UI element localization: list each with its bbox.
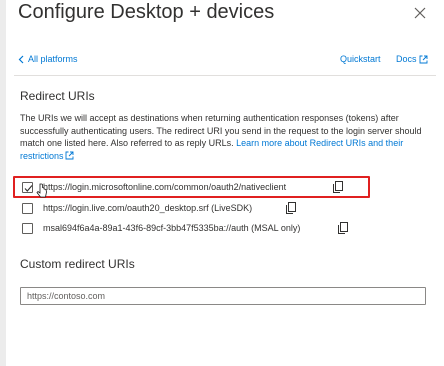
mouse-cursor-icon [36,183,47,198]
copy-button[interactable] [336,221,350,235]
redirect-uri-checkbox[interactable] [22,203,33,214]
redirect-uris-heading: Redirect URIs [20,89,95,103]
page-title: Configure Desktop + devices [18,1,275,23]
docs-link[interactable]: Docs [396,54,428,64]
divider [14,75,436,76]
close-icon [414,7,426,19]
docs-label: Docs [396,54,417,64]
checkmark-icon [24,185,33,192]
panel-edge [0,0,6,366]
custom-redirect-uris-heading: Custom redirect URIs [20,257,135,271]
copy-button[interactable] [331,180,345,194]
external-link-icon [419,55,427,63]
redirect-uri-text: https://login.live.com/oauth20_desktop.s… [43,203,253,213]
copy-icon [333,181,343,193]
custom-redirect-uri-input[interactable] [20,287,426,305]
all-platforms-link[interactable]: All platforms [18,54,78,64]
redirect-uri-text: https://login.microsoftonline.com/common… [43,182,287,192]
copy-button[interactable] [284,201,298,215]
quickstart-link[interactable]: Quickstart [340,54,381,64]
copy-icon [338,222,348,234]
redirect-uri-checkbox[interactable] [22,223,33,234]
redirect-uri-checkbox[interactable] [22,182,33,193]
chevron-left-icon [18,55,24,63]
redirect-uri-row: https://login.microsoftonline.com/common… [20,181,432,197]
all-platforms-label: All platforms [28,54,78,64]
close-button[interactable] [410,3,430,23]
redirect-uri-row: msal694f6a4a-89a1-43f6-89cf-3bb47f5335ba… [20,222,432,238]
redirect-uri-row: https://login.live.com/oauth20_desktop.s… [20,202,432,218]
external-link-icon [65,151,73,159]
configure-panel: Configure Desktop + devices All platform… [0,0,444,366]
copy-icon [286,202,296,214]
nav-row: All platforms Quickstart Docs [18,54,430,68]
redirect-uris-description: The URIs we will accept as destinations … [20,112,432,162]
redirect-uri-text: msal694f6a4a-89a1-43f6-89cf-3bb47f5335ba… [43,223,301,233]
